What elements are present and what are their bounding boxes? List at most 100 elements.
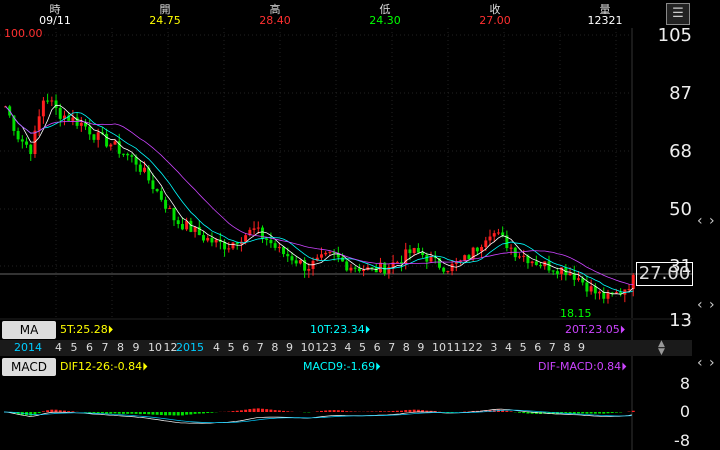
candle-body <box>29 144 33 155</box>
timeline-month: 9 <box>286 341 293 354</box>
candle-body <box>602 291 606 299</box>
macd-bar <box>58 410 62 412</box>
candle-body <box>298 260 302 264</box>
candle-body <box>71 117 75 121</box>
macd-bar <box>231 411 235 412</box>
macd-bar <box>585 412 589 414</box>
timeline-month: 10 <box>148 341 162 354</box>
timeline-month: 8 <box>117 341 124 354</box>
candle-body <box>121 153 125 155</box>
macd-bar <box>244 409 248 412</box>
candle-body <box>395 262 399 264</box>
timeline-scroll-icon[interactable]: ▲ ▼ <box>658 340 665 357</box>
header-value: 28.40 <box>259 14 291 27</box>
candle-body <box>589 286 593 292</box>
timeline-month: 10 <box>300 341 315 354</box>
price-axis-label: 13 <box>669 310 692 331</box>
candle-body <box>488 236 492 241</box>
ma10-flag-icon: ⏵ <box>364 323 371 336</box>
candle-body <box>463 255 467 261</box>
candle-body <box>484 240 488 247</box>
zoom-left-arrow-icon[interactable]: ‹ <box>697 213 703 229</box>
candle-body <box>231 242 235 249</box>
timeline-month: 4 <box>55 341 62 354</box>
pan-right-arrow-icon[interactable]: › <box>709 297 715 313</box>
macd-bar <box>50 409 54 412</box>
ma5-flag-icon: ⏵ <box>107 323 114 336</box>
macd-button[interactable]: MACD <box>2 358 56 376</box>
macd-bar <box>273 410 277 412</box>
pan-left-arrow-icon[interactable]: ‹ <box>697 297 703 313</box>
quote-header: 時 09/11 開 24.75 高 28.40 低 24.30 收 27.00 量 12321 <box>0 0 660 28</box>
macd-signal-flag-icon: ⏵ <box>375 360 381 373</box>
timeline-month: 12 <box>315 341 330 354</box>
macd-bar <box>598 412 602 414</box>
header-col-4: 收 27.00 <box>440 0 550 28</box>
ma-button[interactable]: MA <box>2 321 56 339</box>
macd-dif-text: DIF12-26:-0.84 <box>60 360 143 373</box>
candle-body <box>496 232 500 234</box>
timeline-month: 7 <box>256 341 264 354</box>
macd-bar <box>176 412 180 416</box>
candle-body <box>408 249 412 254</box>
candle-body <box>189 220 193 232</box>
zoom-right-arrow-icon[interactable]: › <box>709 213 715 229</box>
candle-body <box>307 268 311 271</box>
macd-bar <box>54 409 58 412</box>
candle-body <box>25 141 29 145</box>
macd-bar <box>33 412 37 415</box>
timeline-month: 7 <box>101 341 109 354</box>
candle-body <box>560 267 564 275</box>
macd-bar <box>100 412 104 414</box>
timeline-month: 3 <box>329 341 337 354</box>
timeline-month: 9 <box>132 341 140 354</box>
candle-body <box>252 228 256 230</box>
macd-bar <box>41 411 45 412</box>
header-value: 27.00 <box>479 14 511 27</box>
macd-bar <box>349 411 353 412</box>
menu-icon[interactable]: ☰ <box>666 3 690 25</box>
macd-bar <box>210 412 214 413</box>
macd-bar <box>151 412 155 415</box>
macd-bar <box>189 412 193 415</box>
candle-body <box>46 100 50 102</box>
candle-body <box>265 238 269 240</box>
macd-bar <box>248 409 252 412</box>
candle-body <box>606 292 610 299</box>
candle-body <box>193 226 197 232</box>
candle-body <box>41 100 45 117</box>
header-col-0: 時 09/11 <box>0 0 110 28</box>
candle-body <box>421 252 425 255</box>
candle-body <box>159 191 163 200</box>
price-axis-label: 50 <box>669 199 692 220</box>
candle-body <box>328 251 332 253</box>
candle-body <box>227 248 231 250</box>
macd-bar <box>522 412 526 414</box>
macd-bar <box>168 412 172 416</box>
macd-bar <box>412 409 416 412</box>
low-price-marker: 18.15 <box>560 307 592 320</box>
timeline-month: 8 <box>271 341 279 354</box>
candle-body <box>37 116 41 131</box>
macd-bar <box>126 412 130 414</box>
candle-body <box>180 224 184 230</box>
macd-bar <box>159 412 163 416</box>
macd-bar <box>577 412 580 414</box>
candle-body <box>290 256 294 261</box>
macd-bar <box>378 411 382 412</box>
macd-left-arrow-icon[interactable]: ‹ <box>697 355 703 371</box>
macd-bar <box>320 410 323 412</box>
macd-bar <box>391 410 395 412</box>
candle-body <box>446 271 450 273</box>
candle-body <box>206 237 210 241</box>
timeline-year-2014: 2014 <box>14 341 42 354</box>
macd-bar <box>197 412 201 414</box>
candle-body <box>286 254 290 257</box>
price-axis-label: 87 <box>669 83 692 104</box>
macd-bar <box>336 410 340 412</box>
macd-right-arrow-icon[interactable]: › <box>709 355 715 371</box>
macd-bar <box>602 412 606 414</box>
macd-bar <box>164 412 168 416</box>
candle-body <box>294 260 298 264</box>
timeline-month: 5 <box>519 341 527 354</box>
